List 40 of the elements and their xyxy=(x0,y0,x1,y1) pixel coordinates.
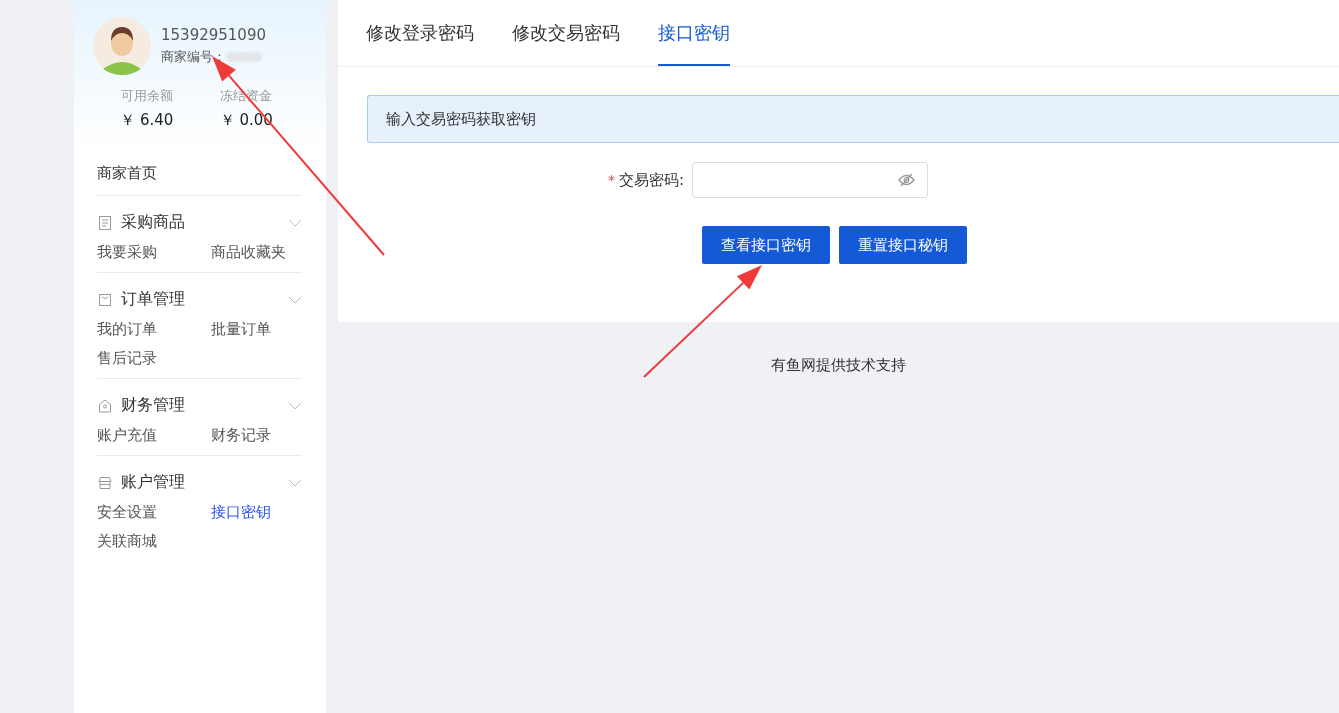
sidebar-link[interactable]: 安全设置 xyxy=(97,503,211,522)
section-title[interactable]: 账户管理 xyxy=(121,472,280,493)
sidebar-link[interactable]: 账户充值 xyxy=(97,426,211,445)
store-icon xyxy=(97,474,113,491)
password-field[interactable] xyxy=(692,162,929,198)
section-title[interactable]: 财务管理 xyxy=(121,395,280,416)
sidebar-link[interactable]: 接口密钥 xyxy=(211,503,311,522)
chevron-icon[interactable] xyxy=(288,478,302,487)
phone-number: 15392951090 xyxy=(161,26,266,44)
sidebar-link[interactable]: 商品收藏夹 xyxy=(211,243,311,262)
house-icon xyxy=(97,397,113,414)
section-title[interactable]: 采购商品 xyxy=(121,212,280,233)
notice-bar: 输入交易密码获取密钥 xyxy=(367,95,1339,143)
sidebar-link[interactable]: 批量订单 xyxy=(211,320,311,339)
action-button[interactable]: 查看接口密钥 xyxy=(702,226,830,264)
bag-icon xyxy=(97,291,113,308)
tab[interactable]: 接口密钥 xyxy=(658,0,730,66)
tab[interactable]: 修改交易密码 xyxy=(512,0,620,66)
document-icon xyxy=(97,214,113,231)
sidebar-link[interactable]: 关联商城 xyxy=(97,532,211,551)
balance-value: ￥ 6.40 xyxy=(120,111,174,130)
sidebar-link[interactable]: 我要采购 xyxy=(97,243,211,262)
balance-label: 可用余额 xyxy=(120,87,173,105)
balance-label: 冻结资金 xyxy=(220,87,273,105)
sidebar-link[interactable]: 我的订单 xyxy=(97,320,211,339)
chevron-icon[interactable] xyxy=(288,295,302,304)
eye-off-icon[interactable] xyxy=(898,173,916,187)
tab[interactable]: 修改登录密码 xyxy=(366,0,474,66)
avatar xyxy=(93,17,151,75)
home-link[interactable]: 商家首页 xyxy=(97,164,302,196)
chevron-icon[interactable] xyxy=(288,218,302,227)
field-label: 交易密码: xyxy=(619,170,685,190)
section-title[interactable]: 订单管理 xyxy=(121,289,280,310)
chevron-icon[interactable] xyxy=(288,401,302,410)
sidebar-link[interactable]: 财务记录 xyxy=(211,426,311,445)
action-button[interactable]: 重置接口秘钥 xyxy=(839,226,967,264)
merchant-id-label: 商家编号： xyxy=(161,48,226,66)
footer-text: 有鱼网提供技术支持 xyxy=(771,356,906,375)
required-mark: * xyxy=(608,172,615,188)
sidebar-link[interactable]: 售后记录 xyxy=(97,349,211,368)
